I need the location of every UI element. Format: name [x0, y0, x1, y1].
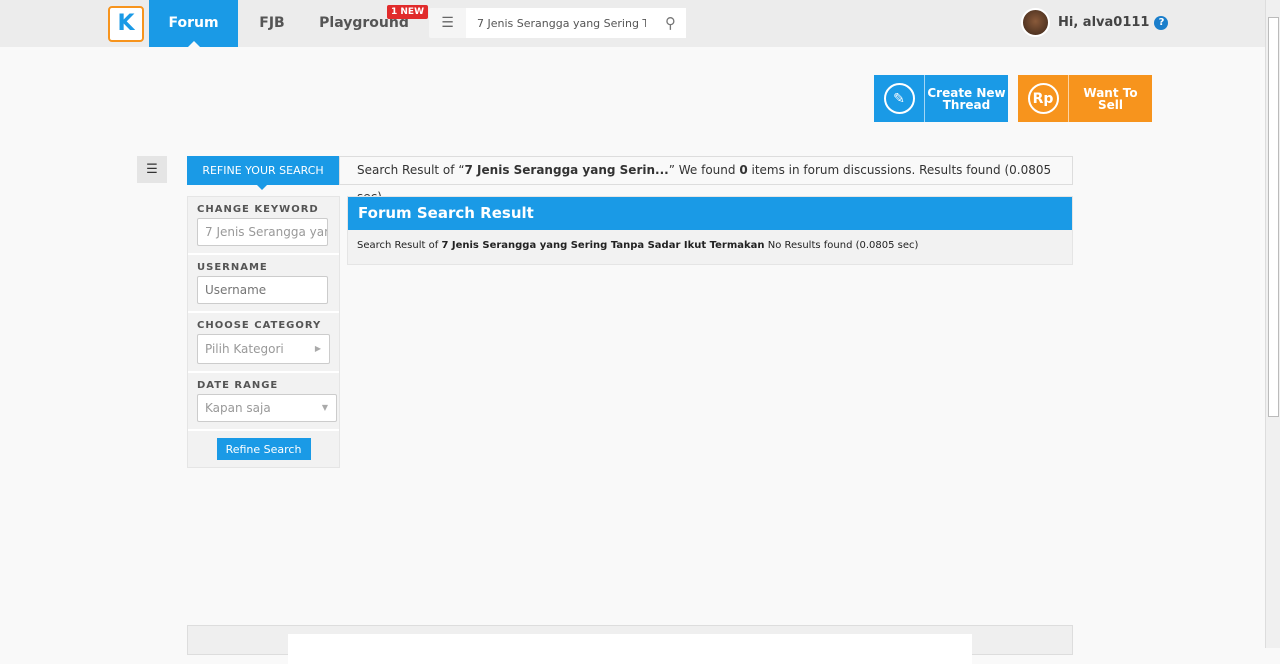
sidebar-toggle-icon[interactable]: ☰	[137, 156, 167, 183]
search-summary: Search Result of “7 Jenis Serangga yang …	[339, 156, 1073, 204]
date-range-select[interactable]: Kapan saja ▼	[197, 394, 337, 422]
forum-search-result: Forum Search Result Search Result of 7 J…	[347, 196, 1073, 265]
help-icon[interactable]: ?	[1154, 15, 1169, 30]
result-message: Search Result of 7 Jenis Serangga yang S…	[357, 240, 919, 251]
chevron-right-icon: ▶	[314, 344, 321, 353]
keyword-label: CHANGE KEYWORD	[197, 204, 319, 215]
new-badge: 1 NEW	[387, 5, 429, 19]
result-title: Forum Search Result	[348, 197, 1072, 230]
username-label: USERNAME	[197, 262, 268, 273]
top-navbar: K Forum FJB Playground 1 NEW ☰ ⚲ Hi, alv…	[0, 0, 1265, 47]
create-thread-button[interactable]: ✎ Create New Thread	[874, 75, 1008, 122]
refine-panel: CHANGE KEYWORD USERNAME CHOOSE CATEGORY …	[187, 196, 340, 468]
date-range-label: DATE RANGE	[197, 380, 279, 391]
search-input[interactable]	[466, 8, 686, 38]
refine-search-tab[interactable]: REFINE YOUR SEARCH	[187, 156, 339, 190]
footer-inner	[288, 634, 972, 664]
search-icon[interactable]: ⚲	[665, 14, 676, 32]
tab-fjb[interactable]: FJB	[245, 0, 299, 47]
kaskus-logo[interactable]: K	[108, 6, 144, 42]
category-select[interactable]: Pilih Kategori ▶	[197, 334, 330, 364]
refine-search-button[interactable]: Refine Search	[216, 438, 311, 460]
user-menu[interactable]: Hi, alva0111 ?	[1021, 8, 1169, 37]
tab-forum[interactable]: Forum	[149, 0, 238, 47]
user-greeting[interactable]: Hi, alva0111	[1058, 15, 1149, 30]
rupiah-icon: Rp	[1027, 83, 1059, 114]
footer-box	[187, 625, 1073, 664]
scrollbar-thumb[interactable]	[1268, 17, 1279, 417]
want-to-sell-label: Want To Sell	[1083, 85, 1138, 112]
scrollbar[interactable]	[1265, 0, 1280, 648]
chevron-down-icon: ▼	[321, 403, 328, 412]
avatar[interactable]	[1021, 8, 1050, 37]
create-thread-label: Create New Thread	[927, 85, 1006, 112]
want-to-sell-button[interactable]: Rp Want To Sell	[1018, 75, 1152, 122]
list-icon[interactable]: ☰	[429, 8, 466, 38]
category-label: CHOOSE CATEGORY	[197, 320, 322, 331]
keyword-input[interactable]	[197, 218, 328, 246]
search-bar: ☰ ⚲	[429, 8, 686, 38]
username-input[interactable]	[197, 276, 328, 304]
pencil-icon: ✎	[883, 83, 915, 114]
